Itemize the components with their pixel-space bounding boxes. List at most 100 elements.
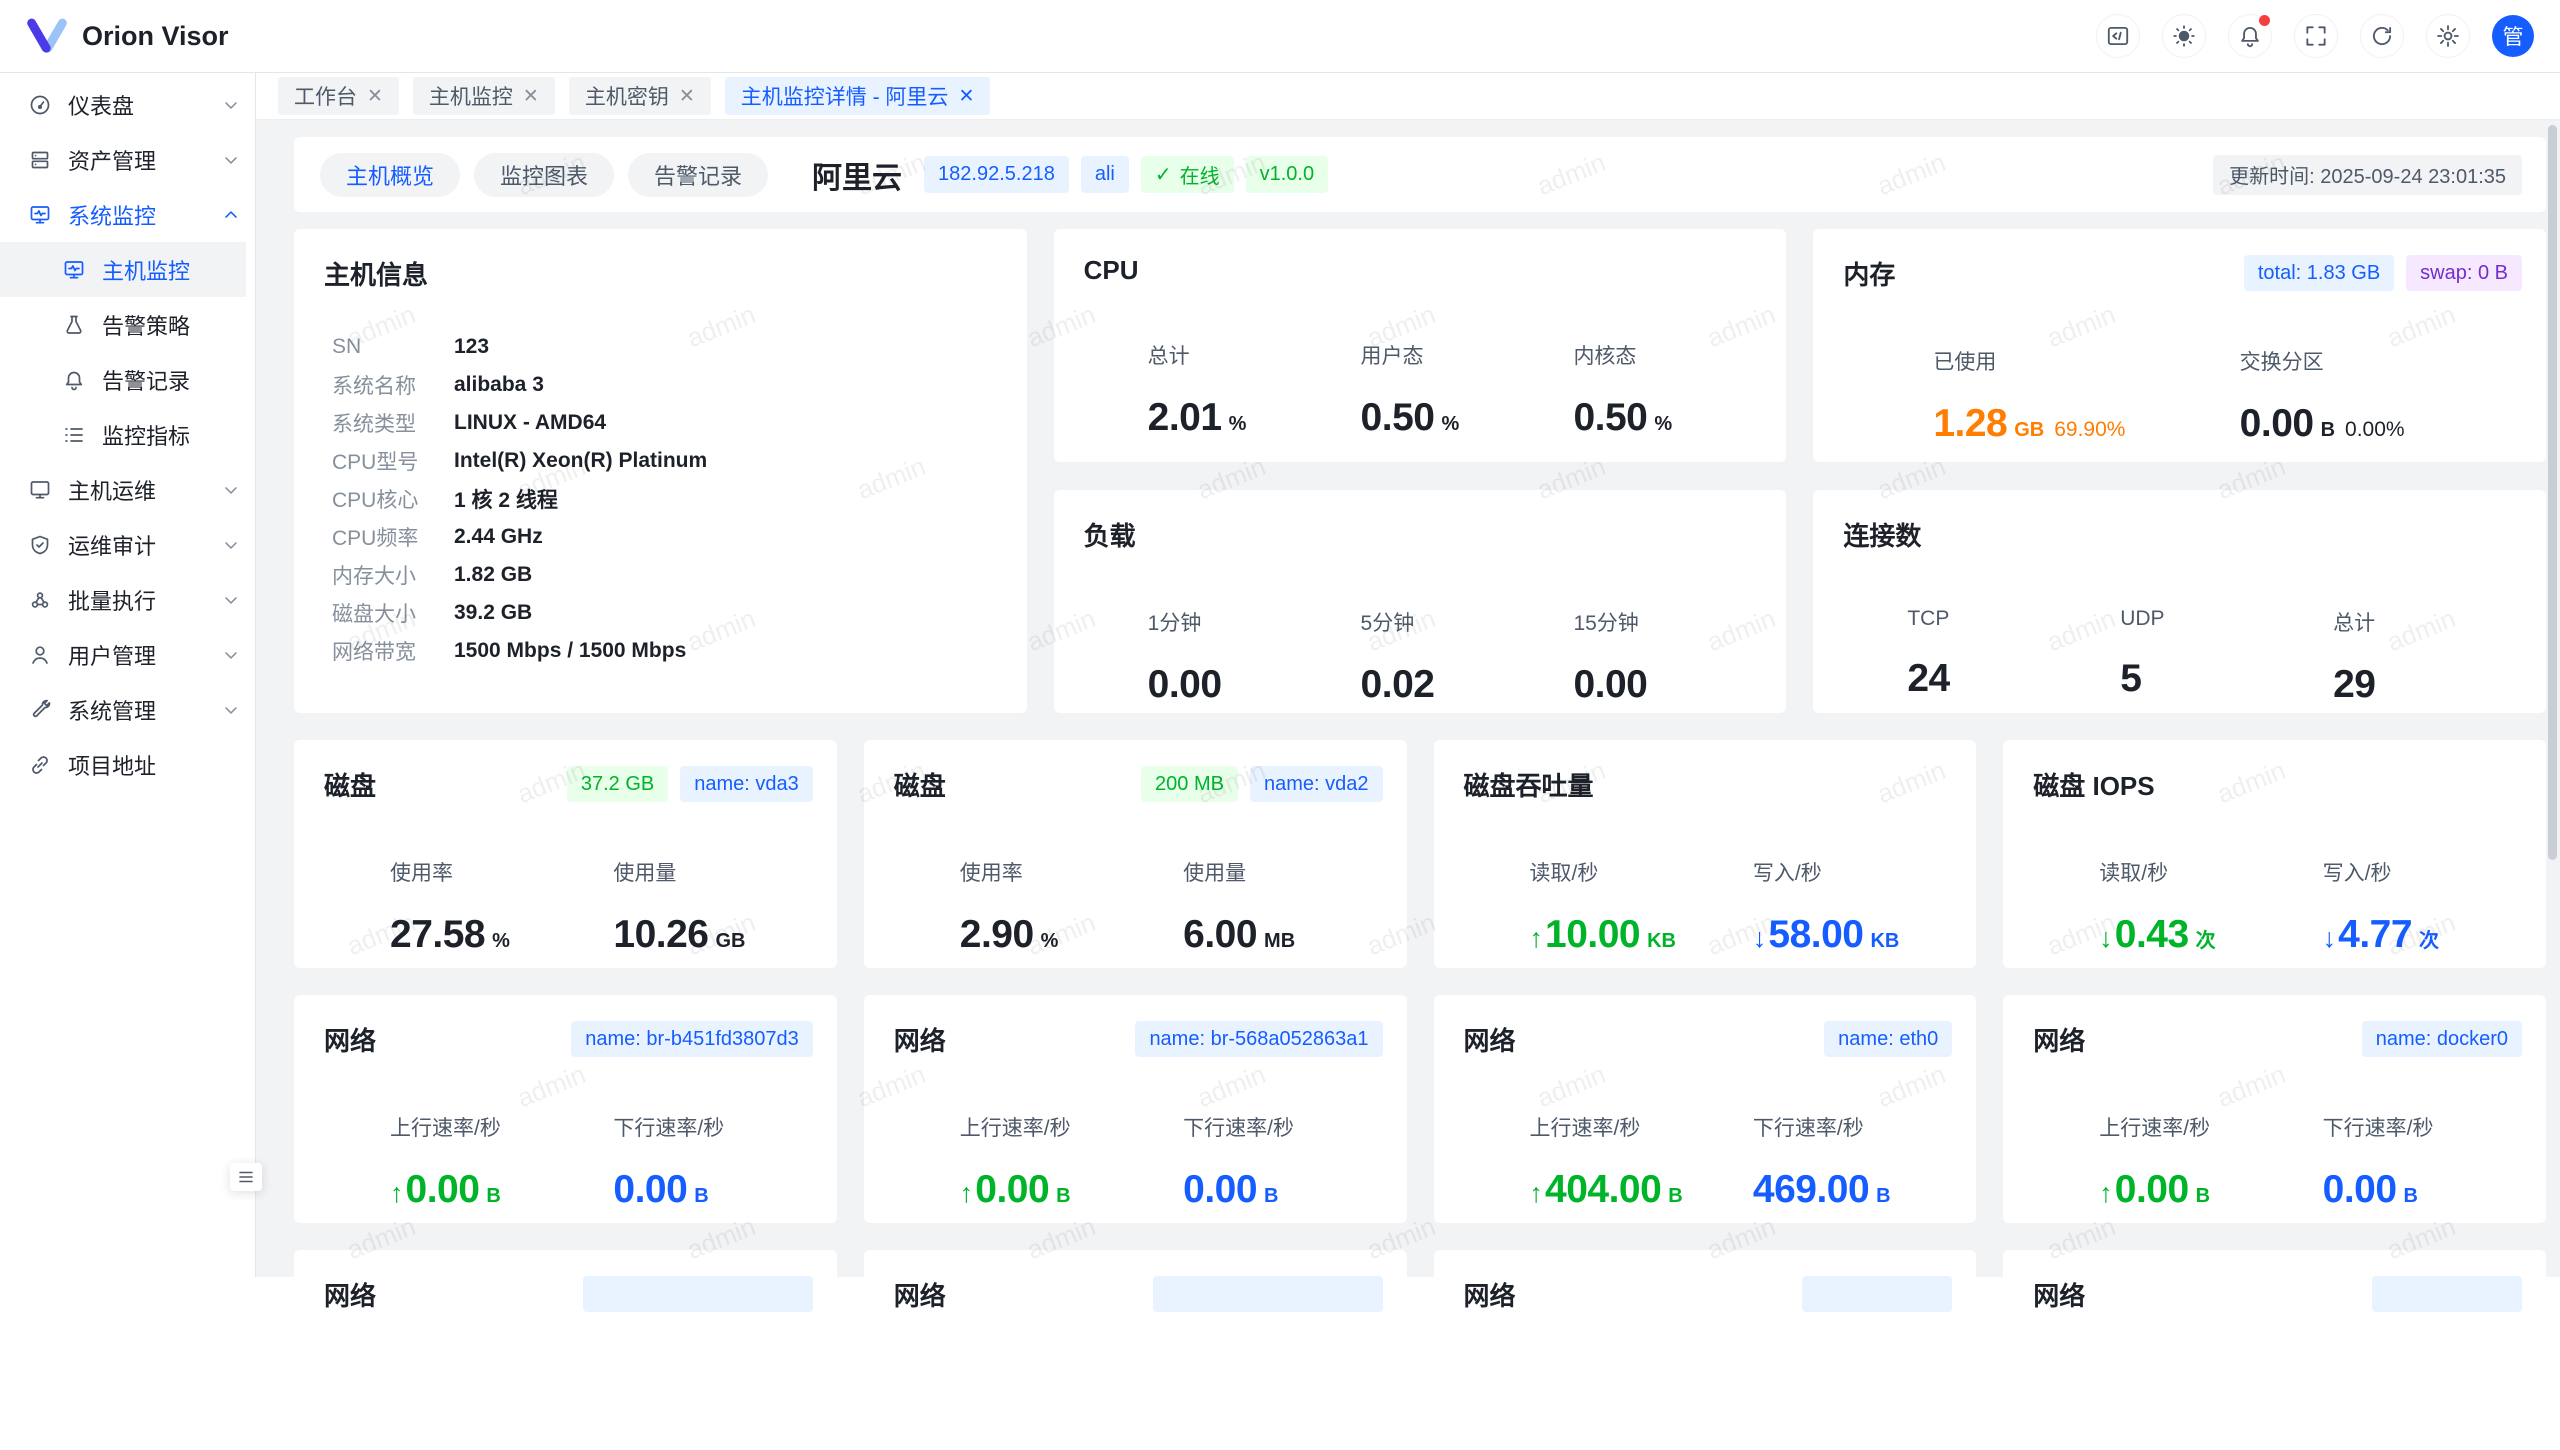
display-icon	[28, 478, 52, 502]
settings-button[interactable]	[2426, 14, 2470, 58]
info-row: 内存大小1.82 GB	[332, 556, 1003, 594]
stat-net-down: 下行速率/秒0.00B	[1183, 1112, 1406, 1212]
stat-disk-write: 写入/秒↓58.00KB	[1753, 857, 1976, 957]
disk-size-tag: 200 MB	[1141, 766, 1238, 802]
partial-card: 网络	[2003, 1250, 2546, 1450]
shield-check-icon	[28, 533, 52, 557]
load-card: 负载 1分钟0.00 5分钟0.02 15分钟0.00	[1054, 490, 1787, 713]
sidebar-item-ops-audit[interactable]: 运维审计	[0, 517, 255, 572]
sidebar-item-host-ops[interactable]: 主机运维	[0, 462, 255, 517]
network-card-br-b451fd3807d3: 网络 name: br-b451fd3807d3 上行速率/秒↑0.00B 下行…	[294, 995, 837, 1223]
trend-arrow-icon: ↓	[2099, 923, 2113, 954]
monitor-pulse-icon	[28, 203, 52, 227]
sidebar-item-system-mgmt[interactable]: 系统管理	[0, 682, 255, 737]
user-avatar[interactable]: 管	[2492, 15, 2534, 57]
info-row: 磁盘大小39.2 GB	[332, 594, 1003, 632]
top-bar: Orion Visor	[0, 0, 2560, 73]
wrench-icon	[28, 698, 52, 722]
close-icon[interactable]: ✕	[958, 85, 974, 108]
vertical-scrollbar-thumb[interactable]	[2548, 125, 2557, 860]
chevron-up-icon	[221, 205, 241, 225]
card-title: 主机信息	[324, 255, 428, 292]
sidebar-item-label: 主机运维	[68, 474, 156, 506]
cluster-icon	[28, 588, 52, 612]
sidebar-item-project-link[interactable]: 项目地址	[0, 737, 255, 792]
close-icon[interactable]: ✕	[523, 85, 539, 108]
info-row: 系统类型LINUX - AMD64	[332, 404, 1003, 442]
sun-icon	[2171, 23, 2197, 49]
sidebar-item-monitor-metrics[interactable]: 监控指标	[0, 407, 255, 462]
notifications-button[interactable]	[2228, 14, 2272, 58]
trend-arrow-icon: ↑	[390, 1178, 404, 1209]
fullscreen-button[interactable]	[2294, 14, 2338, 58]
theme-toggle-button[interactable]	[2162, 14, 2206, 58]
refresh-button[interactable]	[2360, 14, 2404, 58]
tab-workbench[interactable]: 工作台 ✕	[278, 77, 399, 115]
card-title: 磁盘吞吐量	[1464, 766, 1594, 803]
info-row: CPU型号Intel(R) Xeon(R) Platinum	[332, 442, 1003, 480]
card-title: 网络	[1464, 1021, 1516, 1058]
stat-iops-read: 读取/秒↓0.43次	[2099, 857, 2322, 957]
sidebar-item-batch-exec[interactable]: 批量执行	[0, 572, 255, 627]
tab-host-keys[interactable]: 主机密钥 ✕	[569, 77, 711, 115]
card-title: 网络	[324, 1021, 376, 1058]
disk-name-tag: name: vda3	[680, 766, 813, 802]
chevron-down-icon	[221, 645, 241, 665]
api-code-button[interactable]	[2096, 14, 2140, 58]
close-icon[interactable]: ✕	[679, 85, 695, 108]
update-time: 更新时间: 2025-09-24 23:01:35	[2213, 155, 2522, 195]
view-monitor-charts[interactable]: 监控图表	[474, 153, 614, 197]
stat-load-15m: 15分钟0.00	[1573, 607, 1786, 707]
close-icon[interactable]: ✕	[367, 85, 383, 108]
content: 主机概览 监控图表 告警记录 阿里云 182.92.5.218 ali ✓在线 …	[256, 119, 2560, 1450]
stat-load-1m: 1分钟0.00	[1148, 607, 1361, 707]
sidebar-item-label: 用户管理	[68, 639, 156, 671]
chevron-down-icon	[221, 480, 241, 500]
card-title: 负载	[1084, 516, 1136, 553]
disk-name-tag: name: vda2	[1250, 766, 1383, 802]
cpu-card: CPU 总计2.01% 用户态0.50% 内核态0.50%	[1054, 229, 1787, 462]
trend-arrow-icon: ↑	[1530, 923, 1544, 954]
view-host-overview[interactable]: 主机概览	[320, 153, 460, 197]
network-name-tag: name: docker0	[2362, 1021, 2522, 1057]
stat-disk-usage: 使用量10.26GB	[613, 857, 836, 957]
stat-conn-udp: UDP5	[2120, 607, 2333, 707]
sidebar-item-assets[interactable]: 资产管理	[0, 132, 255, 187]
trend-arrow-icon: ↑	[2099, 1178, 2113, 1209]
stat-net-up: 上行速率/秒↑0.00B	[960, 1112, 1183, 1212]
monitor-pulse-icon	[62, 258, 86, 282]
sidebar-item-user-mgmt[interactable]: 用户管理	[0, 627, 255, 682]
sidebar-item-label: 告警记录	[102, 364, 190, 396]
check-icon: ✓	[1155, 162, 1172, 187]
disk-iops-card: 磁盘 IOPS 读取/秒↓0.43次 写入/秒↓4.77次	[2003, 740, 2546, 968]
tab-host-monitor-detail[interactable]: 主机监控详情 - 阿里云 ✕	[725, 77, 991, 115]
tab-host-monitor[interactable]: 主机监控 ✕	[413, 77, 555, 115]
network-name-tag	[583, 1276, 813, 1312]
view-alert-records[interactable]: 告警记录	[628, 153, 768, 197]
sidebar-item-label: 告警策略	[102, 309, 190, 341]
network-name-tag: name: eth0	[1824, 1021, 1952, 1057]
sidebar-item-alert-policy[interactable]: 告警策略	[0, 297, 255, 352]
user-icon	[28, 643, 52, 667]
chevron-down-icon	[221, 535, 241, 555]
sidebar-item-alert-records[interactable]: 告警记录	[0, 352, 255, 407]
card-title: 磁盘	[894, 766, 946, 803]
sidebar-item-label: 资产管理	[68, 144, 156, 176]
stat-iops-write: 写入/秒↓4.77次	[2323, 857, 2546, 957]
sidebar-item-label: 项目地址	[68, 749, 156, 781]
stat-net-down: 下行速率/秒0.00B	[613, 1112, 836, 1212]
sidebar-item-host-monitor[interactable]: 主机监控	[0, 242, 246, 297]
card-title: 磁盘	[324, 766, 376, 803]
stat-net-up: 上行速率/秒↑0.00B	[2099, 1112, 2322, 1212]
trend-arrow-icon: ↑	[960, 1178, 974, 1209]
sidebar-item-dashboard[interactable]: 仪表盘	[0, 77, 255, 132]
tab-label: 主机监控详情 - 阿里云	[741, 81, 949, 111]
flask-icon	[62, 313, 86, 337]
host-code-tag: ali	[1081, 156, 1129, 193]
stat-disk-read: 读取/秒↑10.00KB	[1530, 857, 1753, 957]
sidebar-item-system-monitor[interactable]: 系统监控	[0, 187, 255, 242]
gear-icon	[2435, 23, 2461, 49]
tab-label: 主机监控	[429, 81, 513, 111]
sidebar-collapse-button[interactable]	[230, 1163, 262, 1191]
info-row: 系统名称alibaba 3	[332, 366, 1003, 404]
